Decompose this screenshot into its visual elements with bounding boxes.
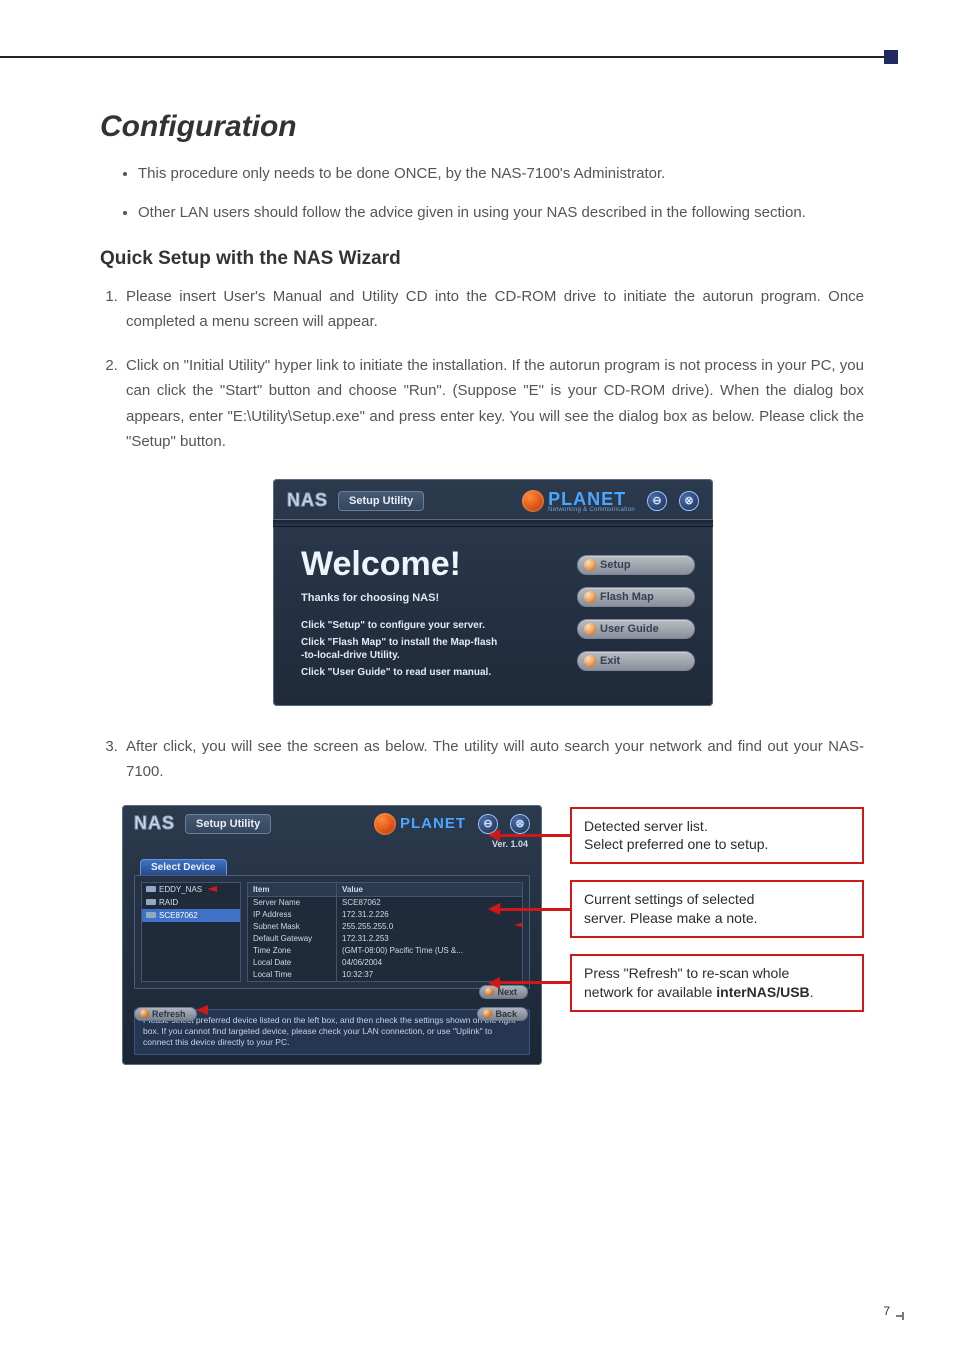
page-corner-decor [896, 1312, 908, 1324]
close-button[interactable]: ⊗ [679, 491, 699, 511]
header-rule [0, 56, 890, 58]
device-icon [146, 899, 156, 905]
user-guide-button[interactable]: User Guide [577, 619, 695, 639]
page-number: 7 [883, 1304, 890, 1318]
table-row: Server NameSCE87062 [248, 897, 522, 909]
back-button[interactable]: Back [477, 1007, 528, 1021]
welcome-line-userguide: Click "User Guide" to read user manual. [301, 667, 555, 678]
planet-brand-subtext: Networking & Communication [548, 507, 635, 513]
intro-bullet-1: This procedure only needs to be done ONC… [138, 162, 864, 187]
callout-line: Current settings of selected [584, 890, 850, 909]
callout-line: Select preferred one to setup. [584, 835, 850, 854]
red-arrow-icon [207, 886, 217, 892]
planet-brand-text: PLANET [400, 815, 466, 832]
refresh-button-label: Refresh [152, 1009, 186, 1019]
button-dot-icon [483, 1009, 492, 1018]
callout-line: Press "Refresh" to re-scan whole [584, 964, 850, 983]
select-device-tab[interactable]: Select Device [140, 859, 227, 875]
step-3: After click, you will see the screen as … [122, 734, 864, 785]
planet-globe-icon [374, 813, 396, 835]
red-arrow-icon [514, 922, 522, 928]
setup-utility-tab[interactable]: Setup Utility [185, 814, 271, 834]
refresh-arrow [190, 1001, 208, 1019]
page-title: Configuration [100, 110, 864, 144]
user-guide-button-label: User Guide [600, 623, 659, 635]
callout-line: network for available interNAS/USB. [584, 983, 850, 1002]
welcome-heading: Welcome! [301, 545, 555, 584]
button-dot-icon [584, 623, 596, 635]
welcome-thanks-line: Thanks for choosing NAS! [301, 592, 555, 604]
table-header-item: Item [248, 883, 337, 896]
planet-logo: PLANET Networking & Communication [522, 489, 635, 513]
callout-arrow-icon [488, 829, 570, 841]
callout-arrow-icon [488, 903, 570, 915]
device-list-item-selected: SCE87062 [142, 909, 240, 922]
button-dot-icon [140, 1009, 149, 1018]
exit-button-label: Exit [600, 655, 620, 667]
table-row: Local Date04/06/2004 [248, 957, 522, 969]
welcome-line-flashmap-1: Click "Flash Map" to install the Map-fla… [301, 637, 555, 648]
device-icon [146, 886, 156, 892]
back-button-label: Back [495, 1009, 517, 1019]
flash-map-button[interactable]: Flash Map [577, 587, 695, 607]
callout-refresh: Press "Refresh" to re-scan whole network… [570, 954, 864, 1012]
callout-detected-list: Detected server list. Select preferred o… [570, 807, 864, 865]
table-header-value: Value [337, 883, 522, 896]
welcome-line-flashmap-2: -to-local-drive Utility. [301, 650, 555, 661]
nas-badge: NAS [134, 813, 175, 834]
button-dot-icon [584, 655, 596, 667]
table-row: Default Gateway172.31.2.253 [248, 933, 522, 945]
setup-button[interactable]: Setup [577, 555, 695, 575]
welcome-line-setup: Click "Setup" to configure your server. [301, 620, 555, 631]
version-label: Ver. 1.04 [122, 839, 542, 853]
callout-arrow-icon [488, 977, 570, 989]
step-1: Please insert User's Manual and Utility … [122, 284, 864, 335]
minimize-button[interactable]: ⊖ [647, 491, 667, 511]
figure-select-device-screenshot: NAS Setup Utility PLANET ⊖ ⊗ Ver. 1 [122, 805, 864, 1065]
exit-button[interactable]: Exit [577, 651, 695, 671]
device-list-item: RAID [142, 896, 240, 909]
planet-globe-icon [522, 490, 544, 512]
callout-line: server. Please make a note. [584, 909, 850, 928]
table-row: IP Address172.31.2.226 [248, 909, 522, 921]
device-settings-table: Item Value Server NameSCE87062 IP Addres… [247, 882, 523, 982]
callout-current-settings: Current settings of selected server. Ple… [570, 880, 864, 938]
intro-bullet-2: Other LAN users should follow the advice… [138, 201, 864, 226]
device-list-item: EDDY_NAS [142, 883, 240, 896]
header-square-decor [884, 50, 898, 64]
setup-button-label: Setup [600, 559, 631, 571]
quick-setup-heading: Quick Setup with the NAS Wizard [100, 248, 864, 270]
planet-logo: PLANET [374, 813, 466, 835]
nas-badge: NAS [287, 490, 328, 511]
intro-bullets: This procedure only needs to be done ONC… [100, 162, 864, 226]
table-row: Local Time10:32:37 [248, 969, 522, 981]
device-icon [146, 912, 156, 918]
callout-line: Detected server list. [584, 817, 850, 836]
step-2: Click on "Initial Utility" hyper link to… [122, 353, 864, 455]
flash-map-button-label: Flash Map [600, 591, 654, 603]
table-row: Subnet Mask255.255.255.0 [248, 921, 522, 933]
button-dot-icon [584, 591, 596, 603]
device-list[interactable]: EDDY_NAS RAID SCE87062 [141, 882, 241, 982]
button-dot-icon [584, 559, 596, 571]
setup-steps: Please insert User's Manual and Utility … [100, 284, 864, 1065]
table-row: Time Zone(GMT-08:00) Pacific Time (US &.… [248, 945, 522, 957]
refresh-button[interactable]: Refresh [134, 1007, 197, 1021]
setup-utility-window: NAS Setup Utility PLANET Networking & Co… [273, 479, 713, 706]
setup-utility-tab[interactable]: Setup Utility [338, 491, 424, 511]
select-device-window: NAS Setup Utility PLANET ⊖ ⊗ Ver. 1 [122, 805, 542, 1065]
figure-welcome-screenshot: NAS Setup Utility PLANET Networking & Co… [122, 479, 864, 706]
